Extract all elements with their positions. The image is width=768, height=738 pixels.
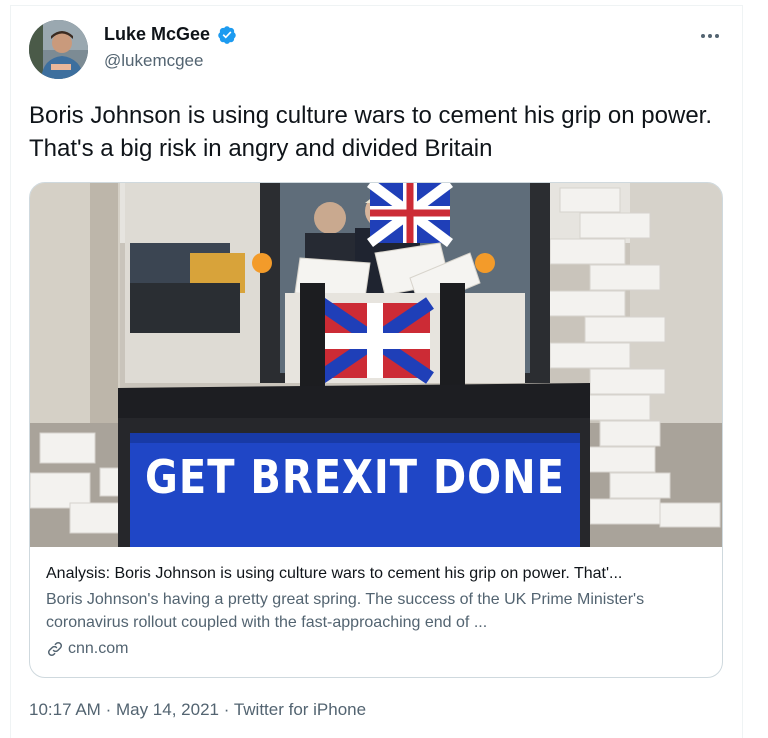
avatar-photo: [29, 20, 88, 79]
tweet-source-link[interactable]: Twitter for iPhone: [234, 700, 366, 719]
card-meta: Analysis: Boris Johnson is using culture…: [46, 563, 711, 660]
card-title[interactable]: Analysis: Boris Johnson is using culture…: [46, 563, 711, 584]
link-card[interactable]: GET BREXIT DONE Analysis: Boris Johnson …: [29, 182, 723, 678]
tweet-timestamp: 10:17 AM · May 14, 2021 · Twitter for iP…: [29, 700, 366, 720]
card-domain: cnn.com: [68, 640, 129, 657]
author-avatar[interactable]: [29, 20, 88, 79]
brexit-sign-text: GET BREXIT DONE: [145, 451, 565, 505]
author-handle[interactable]: @lukemcgee: [104, 51, 203, 71]
tweet-time-link[interactable]: 10:17 AM · May 14, 2021: [29, 700, 219, 719]
card-description: Boris Johnson's having a pretty great sp…: [46, 591, 645, 631]
verified-badge-icon: [218, 26, 236, 44]
separator: ·: [223, 700, 230, 719]
tweet-date: May 14, 2021: [115, 700, 219, 719]
more-options-button[interactable]: [695, 24, 725, 48]
tweet-text: Boris Johnson is using culture wars to c…: [29, 102, 713, 162]
more-dots-icon: [715, 34, 719, 38]
more-dots-icon: [701, 34, 705, 38]
author-name[interactable]: Luke McGee: [104, 24, 210, 45]
tweet-source: Twitter for iPhone: [233, 700, 367, 719]
more-dots-icon: [708, 34, 712, 38]
card-domain-row[interactable]: cnn.com: [46, 638, 711, 660]
tweet-time: 10:17 AM: [29, 700, 101, 719]
separator: ·: [105, 700, 112, 719]
link-icon: [47, 641, 63, 657]
